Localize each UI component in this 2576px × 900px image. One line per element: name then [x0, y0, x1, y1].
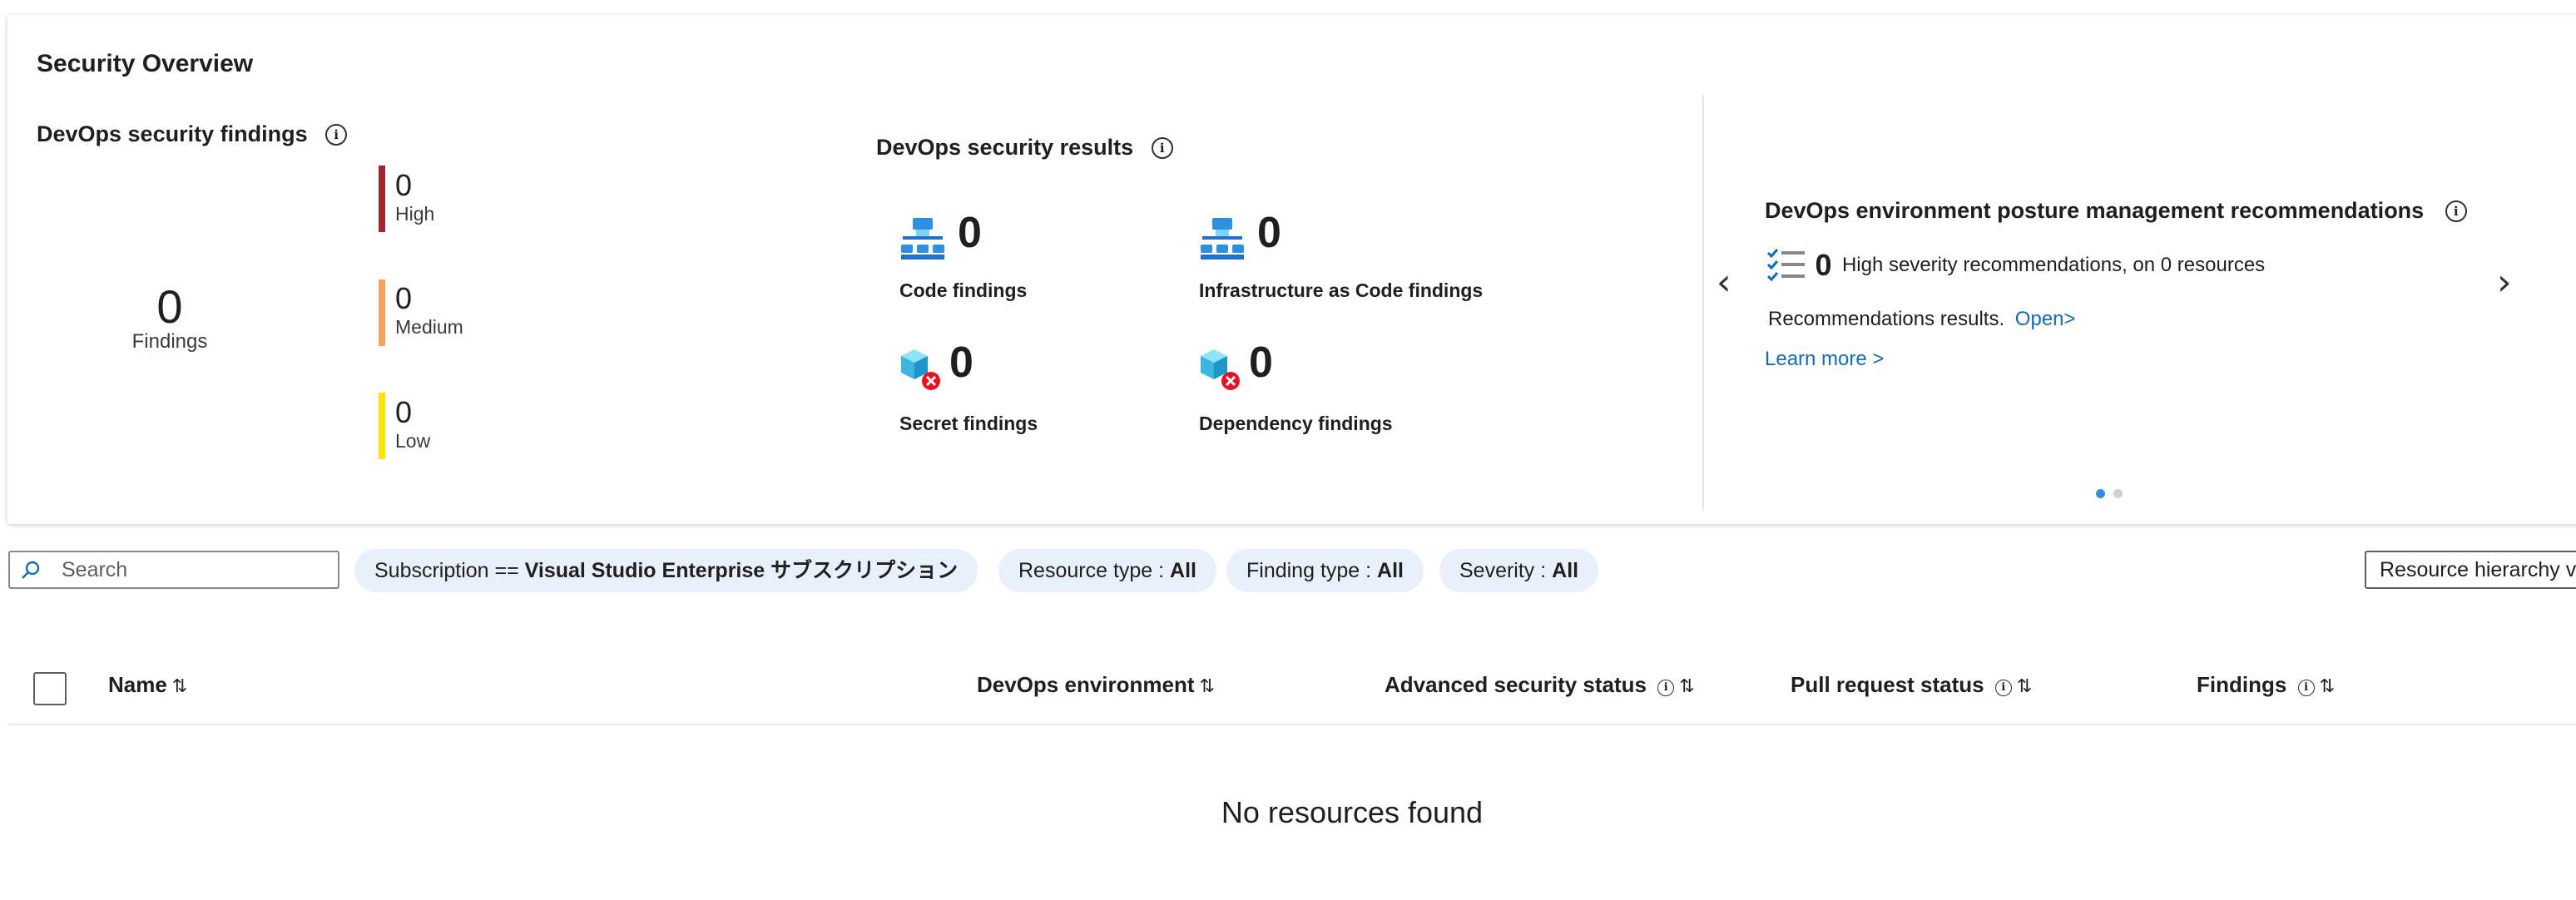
security-overview-card: Security Overview DevOps security findin…	[7, 15, 2576, 524]
subscription-filter-prefix: Subscription ==	[374, 559, 519, 582]
severity-filter-value: All	[1552, 559, 1579, 582]
column-header-pull-request-status[interactable]: Pull request status i ⇅	[1791, 672, 2032, 698]
info-icon[interactable]: i	[1994, 680, 2012, 696]
info-icon[interactable]: i	[1657, 680, 1675, 696]
low-severity-bar	[379, 393, 385, 459]
search-placeholder: Search	[62, 558, 128, 581]
low-value: 0	[395, 395, 413, 429]
table-header-divider	[8, 724, 2576, 725]
finding-type-filter-value: All	[1377, 559, 1404, 582]
medium-severity: 0 Medium	[395, 281, 463, 339]
posture-title: DevOps environment posture management re…	[1765, 198, 2467, 224]
resource-type-filter-value: All	[1170, 559, 1196, 582]
iac-findings-value: 0	[1257, 209, 1281, 257]
hierarchy-icon	[1201, 218, 1244, 260]
info-icon[interactable]: i	[2297, 680, 2315, 696]
carousel-dot-active[interactable]	[2096, 489, 2105, 498]
low-severity: 0 Low	[395, 395, 430, 452]
medium-value: 0	[395, 281, 413, 315]
code-findings-label: Code findings	[899, 279, 1028, 301]
resource-hierarchy-view-dropdown[interactable]: Resource hierarchy v	[2365, 551, 2576, 589]
sort-icon[interactable]: ⇅	[1679, 675, 1694, 696]
finding-type-filter-pill[interactable]: Finding type : All	[1226, 549, 1424, 592]
carousel-next-icon[interactable]: ›	[2497, 261, 2512, 304]
carousel-dot[interactable]	[2113, 489, 2123, 498]
finding-type-filter-prefix: Finding type :	[1246, 559, 1372, 582]
posture-results-text: Recommendations results.	[1768, 308, 2005, 330]
carousel-prev-icon[interactable]: ‹	[1717, 261, 1731, 304]
iac-findings-label: Infrastructure as Code findings	[1199, 279, 1484, 301]
medium-severity-bar	[379, 279, 385, 346]
findings-title-text: DevOps security findings	[37, 121, 308, 146]
search-input[interactable]: Search	[8, 551, 339, 589]
column-pr-label: Pull request status	[1791, 672, 1984, 697]
secret-findings-label: Secret findings	[899, 413, 1038, 434]
code-findings-value: 0	[958, 209, 982, 257]
search-icon	[22, 561, 40, 579]
resource-hierarchy-view-label: Resource hierarchy v	[2380, 558, 2576, 581]
info-icon[interactable]: i	[325, 124, 348, 146]
high-severity: 0 High	[395, 168, 434, 225]
sort-icon[interactable]: ⇅	[2320, 675, 2335, 696]
select-all-checkbox[interactable]	[33, 672, 67, 705]
section-divider	[1702, 95, 1704, 511]
column-adv-label: Advanced security status	[1385, 672, 1647, 697]
resource-type-filter-pill[interactable]: Resource type : All	[998, 549, 1216, 592]
posture-results-line: Recommendations results. Open>	[1768, 308, 2076, 331]
total-findings: 0 Findings	[99, 279, 240, 354]
dependency-findings-label: Dependency findings	[1199, 413, 1393, 434]
low-label: Low	[395, 430, 431, 452]
posture-count: 0	[1815, 248, 1832, 282]
severity-filter-prefix: Severity :	[1459, 559, 1547, 582]
total-findings-value: 0	[156, 280, 183, 333]
column-header-name[interactable]: Name ⇅	[108, 672, 187, 698]
checklist-icon	[1766, 249, 1805, 282]
subscription-filter-value: Visual Studio Enterprise サブスクリプション	[524, 559, 959, 582]
overview-title: Security Overview	[37, 50, 254, 77]
sort-icon[interactable]: ⇅	[2017, 675, 2032, 696]
high-label: High	[395, 203, 435, 225]
info-icon[interactable]: i	[1151, 137, 1173, 159]
column-findings-label: Findings	[2197, 672, 2287, 697]
cube-error-icon	[901, 349, 940, 390]
high-severity-bar	[379, 166, 385, 232]
carousel-dots	[2096, 487, 2123, 502]
hierarchy-icon	[901, 218, 944, 260]
results-section-title: DevOps security results i	[876, 135, 1173, 161]
cube-error-icon	[1201, 349, 1240, 390]
sort-icon[interactable]: ⇅	[1200, 675, 1215, 696]
column-env-label: DevOps environment	[977, 672, 1195, 697]
medium-label: Medium	[395, 316, 463, 338]
column-name-label: Name	[108, 672, 167, 697]
learn-more-link[interactable]: Learn more >	[1765, 348, 1884, 371]
info-icon[interactable]: i	[2445, 200, 2467, 222]
sort-icon[interactable]: ⇅	[172, 675, 187, 696]
column-header-devops-environment[interactable]: DevOps environment ⇅	[977, 672, 1215, 698]
subscription-filter-pill[interactable]: Subscription == Visual Studio Enterprise…	[354, 549, 978, 592]
results-title-text: DevOps security results	[876, 135, 1134, 160]
posture-title-text: DevOps environment posture management re…	[1765, 198, 2425, 223]
findings-section-title: DevOps security findings i	[37, 121, 348, 147]
secret-findings-value: 0	[949, 339, 973, 387]
column-header-findings[interactable]: Findings i ⇅	[2197, 672, 2335, 698]
open-link[interactable]: Open>	[2015, 308, 2076, 330]
resource-type-filter-prefix: Resource type :	[1018, 559, 1165, 582]
posture-count-text: High severity recommendations, on 0 reso…	[1841, 254, 2266, 276]
empty-state-message: No resources found	[1221, 795, 1484, 829]
dependency-findings-value: 0	[1249, 339, 1273, 387]
total-findings-label: Findings	[131, 330, 208, 353]
posture-recommendation-line: 0 High severity recommendations, on 0 re…	[1766, 246, 2265, 288]
severity-filter-pill[interactable]: Severity : All	[1439, 549, 1599, 592]
high-value: 0	[395, 168, 413, 202]
column-header-advanced-security-status[interactable]: Advanced security status i ⇅	[1385, 672, 1695, 698]
